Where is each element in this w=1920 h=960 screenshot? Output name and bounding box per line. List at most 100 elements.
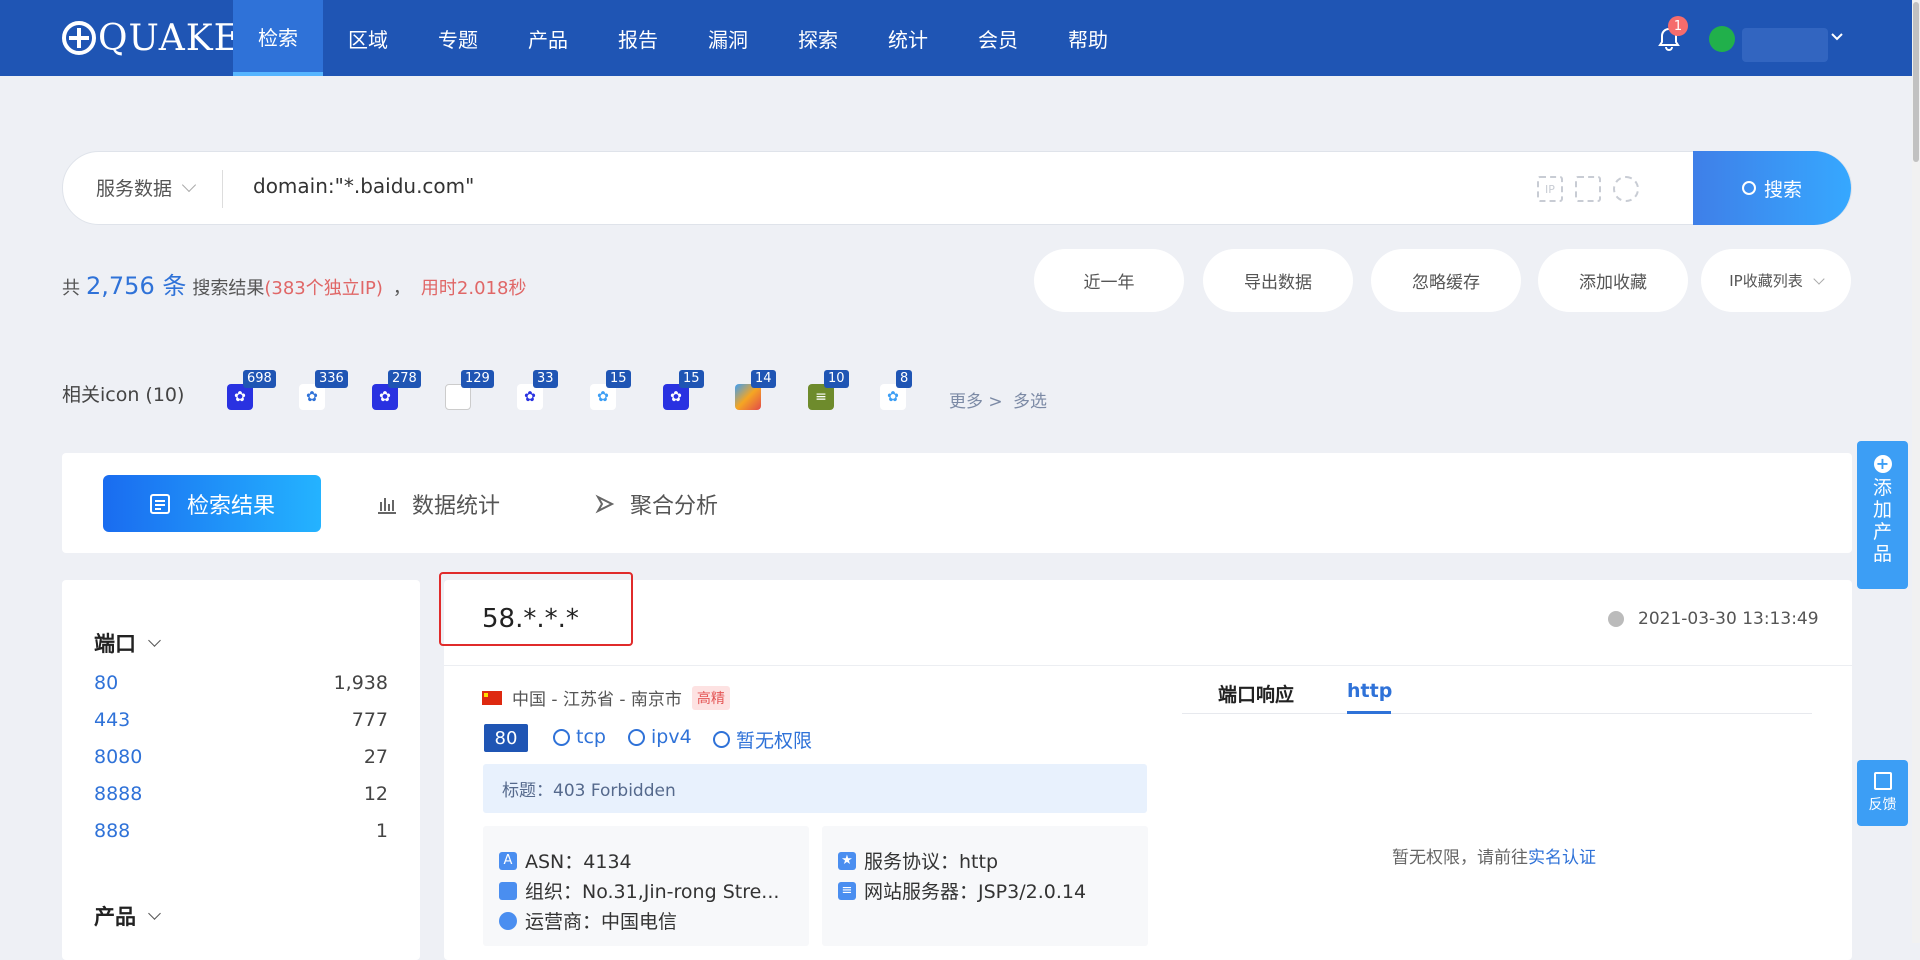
ip-favorite-list-dropdown[interactable]: IP收藏列表 xyxy=(1701,249,1851,312)
divider xyxy=(222,170,223,208)
related-icon-item[interactable]: ✿ 698 xyxy=(227,370,276,410)
facet-count: 1 xyxy=(375,820,388,842)
more-icons-link[interactable]: 更多 > xyxy=(949,387,1003,412)
result-location: 中国 - 江苏省 - 南京市 高精 xyxy=(482,685,730,710)
search-input[interactable]: domain:"*.baidu.com" xyxy=(253,174,474,198)
result-count: 2,756 条 xyxy=(86,272,187,300)
nav-help[interactable]: 帮助 xyxy=(1043,0,1133,76)
frame-scan-icon[interactable] xyxy=(1575,176,1601,202)
chevron-down-icon[interactable] xyxy=(1830,30,1844,44)
icon-count: 278 xyxy=(388,370,421,388)
plus-icon: + xyxy=(1873,455,1892,473)
related-icon-item[interactable]: 14 xyxy=(735,370,776,410)
add-product-char: 加 xyxy=(1872,499,1892,521)
add-product-char: 品 xyxy=(1872,543,1892,565)
nav-product[interactable]: 产品 xyxy=(503,0,593,76)
perm-text: 暂无权限 xyxy=(736,730,813,752)
related-icon-item[interactable]: ✿ 15 xyxy=(663,370,704,410)
result-tabs-panel xyxy=(62,453,1852,553)
chevron-down-icon xyxy=(1813,272,1825,285)
facet-port-header[interactable]: 端口 xyxy=(94,628,161,658)
related-icon-item[interactable]: ✿ 8 xyxy=(880,370,913,410)
related-icon-item[interactable]: ≡ 10 xyxy=(808,370,849,410)
active-tab-underline xyxy=(1347,711,1391,714)
facet-row[interactable]: 8888 12 xyxy=(94,783,388,805)
feedback-float-button[interactable]: 反馈 xyxy=(1857,760,1908,826)
facet-key: 8888 xyxy=(94,783,143,805)
main-nav: 检索 区域 专题 产品 报告 漏洞 探索 统计 会员 帮助 xyxy=(233,0,1133,76)
summary-comma: ， xyxy=(392,278,411,299)
transport-tcp: tcp xyxy=(553,726,606,748)
tab-aggregate-analysis[interactable]: 聚合分析 xyxy=(594,488,718,520)
nav-region[interactable]: 区域 xyxy=(323,0,413,76)
filter-last-year-button[interactable]: 近一年 xyxy=(1034,249,1184,312)
nav-vuln[interactable]: 漏洞 xyxy=(683,0,773,76)
tab-http[interactable]: http xyxy=(1347,680,1392,702)
facet-key: 80 xyxy=(94,672,119,694)
related-icon-item[interactable]: ✿ 278 xyxy=(372,370,421,410)
multi-select-link[interactable]: 多选 xyxy=(1013,387,1047,412)
no-permission-text: 暂无权限，请前往 xyxy=(1392,848,1528,868)
search-type-select[interactable]: 服务数据 xyxy=(96,174,197,201)
add-product-float-button[interactable]: + 添 加 产 品 xyxy=(1857,441,1908,589)
tab-search-results[interactable]: 检索结果 xyxy=(103,475,321,532)
icon-count: 14 xyxy=(751,370,776,388)
search-button[interactable]: 搜索 xyxy=(1693,151,1851,225)
nav-topic[interactable]: 专题 xyxy=(413,0,503,76)
ip-scan-icon[interactable]: IP xyxy=(1537,176,1563,202)
search-box: 服务数据 domain:"*.baidu.com" IP xyxy=(62,151,1852,225)
protocol-icon: ★ xyxy=(838,851,856,870)
tab-search-results-label: 检索结果 xyxy=(186,493,275,519)
facet-row[interactable]: 80 1,938 xyxy=(94,672,388,694)
result-ip[interactable]: 58.*.*.* xyxy=(482,604,579,634)
server-row: ≡ 网站服务器：JSP3/2.0.14 xyxy=(838,877,1086,904)
icon-count: 698 xyxy=(243,370,276,388)
scrollbar-thumb[interactable] xyxy=(1913,2,1919,162)
logo-text: QUAKE xyxy=(98,17,241,59)
tab-port-response[interactable]: 端口响应 xyxy=(1218,680,1294,707)
facet-row[interactable]: 888 1 xyxy=(94,820,388,842)
search-button-label: 搜索 xyxy=(1763,178,1802,201)
server-text: 网站服务器：JSP3/2.0.14 xyxy=(864,881,1087,903)
facet-row[interactable]: 443 777 xyxy=(94,709,388,731)
tab-data-stats-label: 数据统计 xyxy=(412,494,501,519)
add-favorite-button[interactable]: 添加收藏 xyxy=(1538,249,1688,312)
quake-logo[interactable]: QUAKE xyxy=(62,17,241,59)
facet-row[interactable]: 8080 27 xyxy=(94,746,388,768)
facet-key: 443 xyxy=(94,709,131,731)
ignore-cache-button[interactable]: 忽略缓存 xyxy=(1371,249,1521,312)
facet-port-title: 端口 xyxy=(94,632,136,656)
real-name-auth-link[interactable]: 实名认证 xyxy=(1528,848,1596,868)
related-icon-item[interactable]: 129 xyxy=(445,370,494,410)
facet-product-header[interactable]: 产品 xyxy=(94,901,161,931)
feedback-label: 反馈 xyxy=(1868,797,1897,813)
tab-aggregate-analysis-label: 聚合分析 xyxy=(630,494,719,519)
related-icon-item[interactable]: ✿ 33 xyxy=(517,370,558,410)
server-icon: ≡ xyxy=(838,881,856,900)
result-time: 2021-03-30 13:13:49 xyxy=(1608,609,1819,629)
related-icon-item[interactable]: ✿ 15 xyxy=(590,370,631,410)
nav-explore[interactable]: 探索 xyxy=(773,0,863,76)
chevron-down-icon xyxy=(148,906,161,920)
chevron-down-icon xyxy=(181,177,197,192)
related-icon-item[interactable]: ✿ 336 xyxy=(299,370,348,410)
aggregate-icon xyxy=(595,494,615,514)
summary-label: 搜索结果 xyxy=(192,278,265,299)
nav-search[interactable]: 检索 xyxy=(233,0,323,76)
nav-report[interactable]: 报告 xyxy=(593,0,683,76)
user-avatar[interactable] xyxy=(1709,26,1735,52)
logo-q-icon xyxy=(62,21,96,55)
asn-row: A ASN：4134 xyxy=(499,847,632,874)
permission-status[interactable]: 暂无权限 xyxy=(713,726,812,753)
export-data-button[interactable]: 导出数据 xyxy=(1203,249,1353,312)
ip-favorite-list-label: IP收藏列表 xyxy=(1729,272,1803,290)
target-scan-icon[interactable] xyxy=(1613,176,1639,202)
nav-member[interactable]: 会员 xyxy=(953,0,1043,76)
ip-version: ipv4 xyxy=(628,726,692,748)
tab-data-stats[interactable]: 数据统计 xyxy=(376,488,500,520)
port-badge[interactable]: 80 xyxy=(484,724,528,752)
nav-stats[interactable]: 统计 xyxy=(863,0,953,76)
asn-text: ASN：4134 xyxy=(525,851,632,873)
facet-product-title: 产品 xyxy=(94,905,136,929)
username-blurred[interactable] xyxy=(1742,28,1828,62)
